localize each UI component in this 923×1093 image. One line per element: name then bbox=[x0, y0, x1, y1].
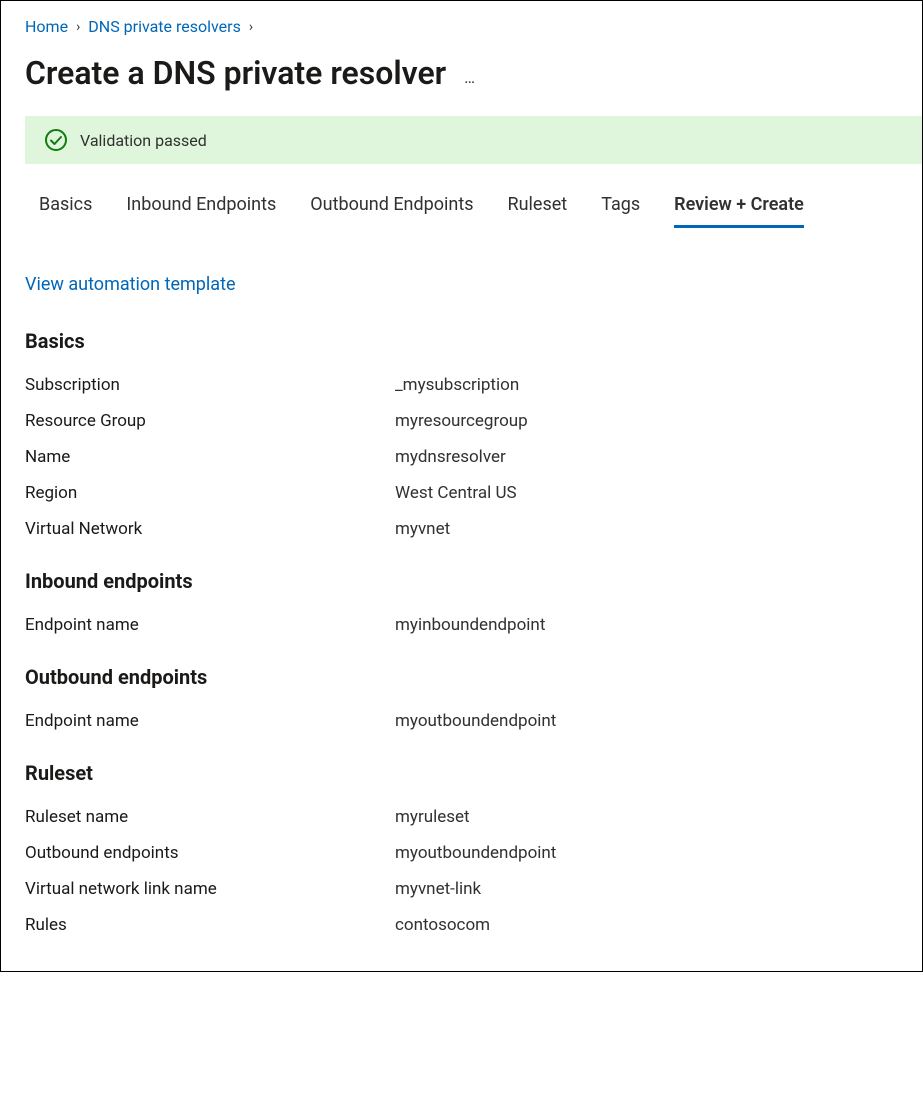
section-ruleset: Ruleset Ruleset name myruleset Outbound … bbox=[1, 761, 922, 935]
basics-heading: Basics bbox=[25, 329, 898, 353]
field-label: Ruleset name bbox=[25, 807, 395, 827]
field-label: Region bbox=[25, 483, 395, 503]
validation-message: Validation passed bbox=[80, 131, 207, 150]
field-value: myoutboundendpoint bbox=[395, 843, 556, 863]
field-label: Virtual network link name bbox=[25, 879, 395, 899]
view-automation-template-link[interactable]: View automation template bbox=[25, 274, 236, 295]
tab-ruleset[interactable]: Ruleset bbox=[508, 194, 568, 228]
ruleset-heading: Ruleset bbox=[25, 761, 898, 785]
field-value: mydnsresolver bbox=[395, 447, 506, 467]
more-actions-icon[interactable]: … bbox=[464, 60, 476, 87]
tabs: Basics Inbound Endpoints Outbound Endpoi… bbox=[1, 164, 922, 228]
field-vnet-link: Virtual network link name myvnet-link bbox=[25, 879, 898, 899]
tab-basics[interactable]: Basics bbox=[39, 194, 92, 228]
field-rules: Rules contosocom bbox=[25, 915, 898, 935]
field-value: myresourcegroup bbox=[395, 411, 528, 431]
page-container: Home › DNS private resolvers › Create a … bbox=[1, 1, 922, 971]
checkmark-circle-icon bbox=[44, 128, 68, 152]
breadcrumb-home[interactable]: Home bbox=[25, 17, 68, 36]
field-subscription: Subscription _mysubscription bbox=[25, 375, 898, 395]
field-ruleset-name: Ruleset name myruleset bbox=[25, 807, 898, 827]
field-label: Resource Group bbox=[25, 411, 395, 431]
validation-banner: Validation passed bbox=[25, 116, 922, 164]
section-basics: Basics Subscription _mysubscription Reso… bbox=[1, 329, 922, 539]
section-inbound: Inbound endpoints Endpoint name myinboun… bbox=[1, 569, 922, 635]
field-label: Outbound endpoints bbox=[25, 843, 395, 863]
breadcrumb-parent[interactable]: DNS private resolvers bbox=[88, 17, 241, 36]
field-value: myvnet-link bbox=[395, 879, 481, 899]
tab-outbound-endpoints[interactable]: Outbound Endpoints bbox=[310, 194, 473, 228]
field-value: myruleset bbox=[395, 807, 470, 827]
tab-inbound-endpoints[interactable]: Inbound Endpoints bbox=[126, 194, 276, 228]
field-value: myvnet bbox=[395, 519, 450, 539]
field-region: Region West Central US bbox=[25, 483, 898, 503]
field-value: contosocom bbox=[395, 915, 490, 935]
field-label: Virtual Network bbox=[25, 519, 395, 539]
chevron-right-icon: › bbox=[249, 19, 253, 35]
field-value: myoutboundendpoint bbox=[395, 711, 556, 731]
field-label: Subscription bbox=[25, 375, 395, 395]
chevron-right-icon: › bbox=[76, 19, 80, 35]
field-virtual-network: Virtual Network myvnet bbox=[25, 519, 898, 539]
field-label: Rules bbox=[25, 915, 395, 935]
field-inbound-endpoint: Endpoint name myinboundendpoint bbox=[25, 615, 898, 635]
page-title: Create a DNS private resolver bbox=[25, 54, 446, 92]
page-title-row: Create a DNS private resolver … bbox=[1, 44, 922, 116]
field-value: _mysubscription bbox=[395, 375, 519, 395]
field-value: West Central US bbox=[395, 483, 517, 503]
field-label: Endpoint name bbox=[25, 711, 395, 731]
field-ruleset-outbound: Outbound endpoints myoutboundendpoint bbox=[25, 843, 898, 863]
tab-review-create[interactable]: Review + Create bbox=[674, 194, 804, 228]
field-resource-group: Resource Group myresourcegroup bbox=[25, 411, 898, 431]
section-outbound: Outbound endpoints Endpoint name myoutbo… bbox=[1, 665, 922, 731]
outbound-heading: Outbound endpoints bbox=[25, 665, 898, 689]
field-label: Name bbox=[25, 447, 395, 467]
field-name: Name mydnsresolver bbox=[25, 447, 898, 467]
field-value: myinboundendpoint bbox=[395, 615, 545, 635]
field-label: Endpoint name bbox=[25, 615, 395, 635]
tab-tags[interactable]: Tags bbox=[601, 194, 640, 228]
breadcrumb: Home › DNS private resolvers › bbox=[1, 13, 922, 44]
field-outbound-endpoint: Endpoint name myoutboundendpoint bbox=[25, 711, 898, 731]
inbound-heading: Inbound endpoints bbox=[25, 569, 898, 593]
